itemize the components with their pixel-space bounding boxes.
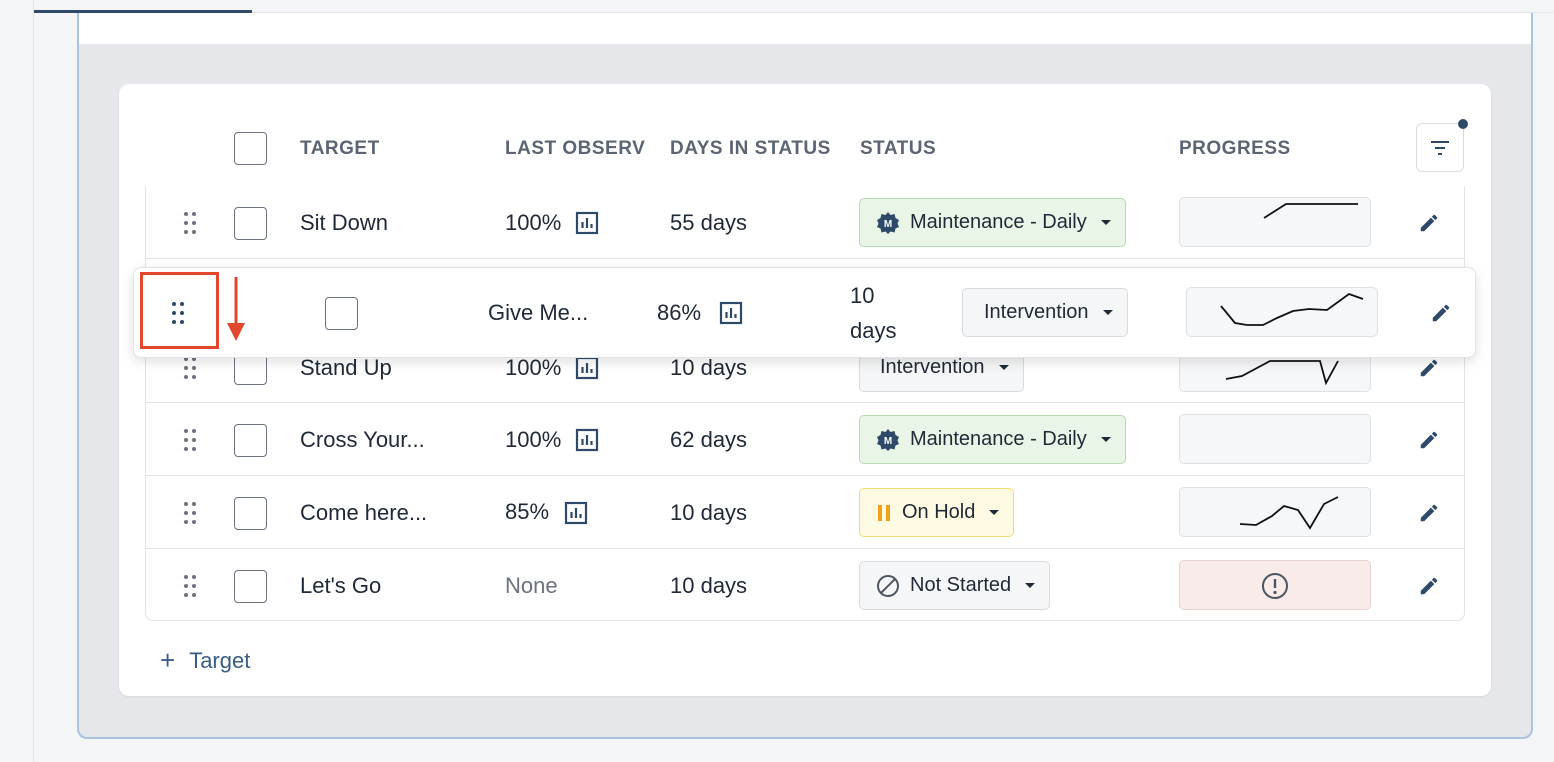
pencil-icon[interactable] <box>1418 212 1440 234</box>
status-label: Maintenance - Daily <box>910 428 1087 450</box>
filter-active-dot <box>1458 119 1468 129</box>
progress-sparkline[interactable] <box>1186 287 1378 337</box>
target-name[interactable]: Let's Go <box>300 573 381 599</box>
progress-sparkline[interactable] <box>1179 197 1371 247</box>
row-checkbox[interactable] <box>234 207 267 240</box>
chevron-down-icon <box>1102 310 1113 315</box>
days-in-status-value: 62 days <box>670 427 748 452</box>
target-name[interactable]: Sit Down <box>300 210 388 236</box>
last-observation-value: 85% <box>505 499 550 524</box>
chevron-down-icon <box>1100 437 1111 442</box>
chevron-down-icon <box>998 365 1009 370</box>
chevron-down-icon <box>1100 220 1111 225</box>
last-observation-value: 100% <box>505 427 562 452</box>
days-in-status-value: 10 days <box>670 500 748 525</box>
chevron-down-icon <box>989 510 1000 515</box>
days-in-status-unit: days <box>850 318 897 343</box>
target-name[interactable]: Stand Up <box>300 355 392 381</box>
progress-sparkline[interactable] <box>1179 487 1371 537</box>
status-dropdown[interactable]: M Maintenance - Daily <box>859 415 1126 464</box>
target-name[interactable]: Cross Your... <box>300 427 425 453</box>
arrow-down-icon <box>227 277 245 341</box>
left-rail <box>0 0 34 762</box>
grip-dots-icon[interactable] <box>184 357 196 379</box>
status-label: Intervention <box>984 301 1089 323</box>
bar-chart-icon[interactable] <box>564 501 588 525</box>
ban-icon <box>876 574 900 598</box>
days-in-status-value: 10 days <box>670 355 748 380</box>
filter-button[interactable] <box>1416 123 1464 172</box>
grip-dots-icon[interactable] <box>184 212 196 234</box>
drag-handle-highlight <box>140 272 219 349</box>
bar-chart-icon[interactable] <box>575 211 599 235</box>
grip-dots-icon[interactable] <box>184 575 196 597</box>
svg-text:M: M <box>884 436 892 447</box>
grip-dots-icon[interactable] <box>184 502 196 524</box>
pencil-icon[interactable] <box>1418 429 1440 451</box>
select-all-checkbox[interactable] <box>234 132 267 165</box>
status-dropdown[interactable]: On Hold <box>859 488 1015 537</box>
badge-m-icon: M <box>876 211 900 235</box>
svg-text:M: M <box>884 219 892 230</box>
progress-sparkline[interactable] <box>1179 560 1371 610</box>
column-header-last-observ[interactable]: LAST OBSERV <box>505 138 645 160</box>
last-observation-value: 86% <box>657 300 702 325</box>
column-header-progress[interactable]: PROGRESS <box>1179 138 1291 160</box>
bar-chart-icon[interactable] <box>575 356 599 380</box>
last-observation-value: 100% <box>505 210 562 235</box>
bar-chart-icon[interactable] <box>719 301 743 325</box>
last-observation-value: None <box>505 573 558 598</box>
progress-sparkline[interactable] <box>1179 414 1371 464</box>
add-target-button[interactable]: + Target <box>160 645 250 676</box>
last-observation-value: 100% <box>505 355 562 380</box>
badge-m-icon: M <box>876 428 900 452</box>
frame-top-strip <box>79 13 1531 44</box>
pause-icon <box>876 504 892 522</box>
status-label: Not Started <box>910 574 1012 596</box>
column-header-status[interactable]: STATUS <box>860 138 936 160</box>
active-tab-indicator <box>34 0 252 13</box>
pencil-icon[interactable] <box>1430 302 1452 324</box>
row-checkbox[interactable] <box>234 570 267 603</box>
status-dropdown[interactable]: Not Started <box>859 561 1051 610</box>
plus-icon: + <box>160 645 176 675</box>
pencil-icon[interactable] <box>1418 357 1440 379</box>
chevron-down-icon <box>1025 583 1036 588</box>
target-name[interactable]: Come here... <box>300 500 427 526</box>
pencil-icon[interactable] <box>1418 502 1440 524</box>
bar-chart-icon[interactable] <box>575 428 599 452</box>
filter-lines-icon <box>1431 140 1449 155</box>
status-label: On Hold <box>902 501 976 523</box>
days-in-status-value: 10 <box>850 283 875 308</box>
add-target-label: Target <box>189 647 251 673</box>
status-label: Intervention <box>880 356 985 378</box>
column-header-days-in-status[interactable]: DAYS IN STATUS <box>670 138 831 160</box>
row-checkbox[interactable] <box>234 424 267 457</box>
days-in-status-value: 10 days <box>670 573 748 598</box>
status-label: Maintenance - Daily <box>910 211 1087 233</box>
row-checkbox[interactable] <box>325 297 358 330</box>
days-in-status-value: 55 days <box>670 210 748 235</box>
status-dropdown[interactable]: M Maintenance - Daily <box>859 198 1126 247</box>
status-dropdown[interactable]: Intervention <box>962 288 1128 337</box>
row-checkbox[interactable] <box>234 497 267 530</box>
grip-dots-icon[interactable] <box>184 429 196 451</box>
target-name[interactable]: Give Me... <box>488 300 588 326</box>
alert-circle-icon <box>1262 573 1288 599</box>
column-header-target[interactable]: TARGET <box>300 138 380 160</box>
pencil-icon[interactable] <box>1418 575 1440 597</box>
